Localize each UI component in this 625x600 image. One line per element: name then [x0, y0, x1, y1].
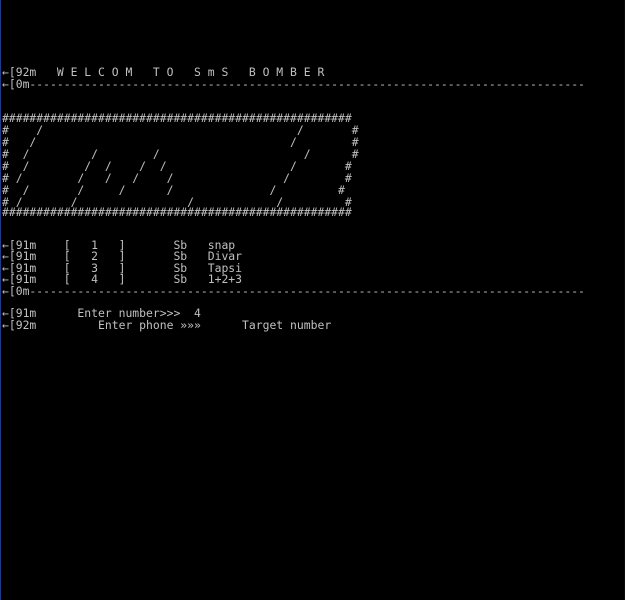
- separator-line-bottom: ←[0m------------------------------------…: [2, 284, 585, 298]
- console-window[interactable]: ←[92m W E L C O M T O S m S B O M B E R …: [0, 0, 625, 600]
- banner-bottom-border: ########################################…: [2, 205, 352, 219]
- separator-line-top: ←[0m------------------------------------…: [2, 77, 585, 91]
- enter-phone-prompt[interactable]: ←[92m Enter phone »»» Target number: [2, 319, 331, 331]
